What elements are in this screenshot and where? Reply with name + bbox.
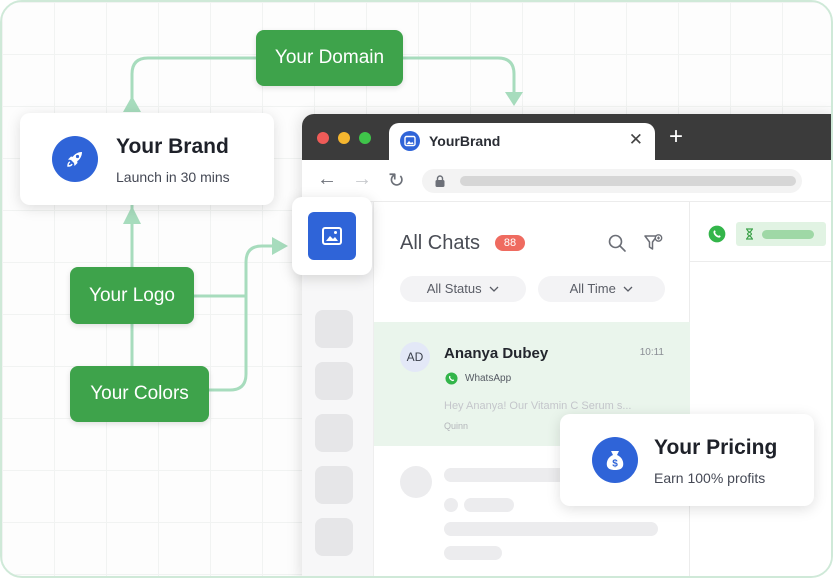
- sidebar-item[interactable]: [315, 414, 353, 452]
- placeholder-line: [444, 546, 502, 560]
- placeholder-line: [464, 498, 514, 512]
- avatar: AD: [400, 342, 430, 372]
- search-icon[interactable]: [606, 232, 628, 254]
- money-bag-icon: $: [592, 437, 638, 483]
- image-icon: [400, 131, 420, 151]
- message-preview: Hey Ananya! Our Vitamin C Serum s...: [444, 400, 632, 412]
- sidebar-item[interactable]: [315, 466, 353, 504]
- placeholder-avatar: [400, 466, 432, 498]
- chats-title: All Chats: [400, 232, 481, 254]
- contact-name: Ananya Dubey: [444, 345, 549, 362]
- pricing-card: $ Your Pricing Earn 100% profits: [560, 414, 814, 506]
- url-placeholder-line: [460, 176, 796, 186]
- chat-timestamp: 10:11: [639, 347, 664, 358]
- minimize-window-dot[interactable]: [338, 132, 350, 144]
- placeholder-dot: [444, 498, 458, 512]
- browser-tab[interactable]: YourBrand ✕: [389, 123, 655, 160]
- status-filter-label: All Status: [426, 281, 482, 296]
- forward-icon[interactable]: →: [352, 168, 372, 191]
- assigned-agent: Quinn: [444, 421, 469, 431]
- sidebar-item[interactable]: [315, 310, 353, 348]
- image-icon: [308, 212, 356, 260]
- brand-card: Your Brand Launch in 30 mins: [20, 113, 274, 205]
- placeholder-line: [444, 522, 658, 536]
- browser-window: YourBrand ✕ + ← → ↻ All Chats 88 All Sta…: [302, 114, 831, 576]
- back-icon[interactable]: ←: [317, 168, 337, 191]
- channel-label: WhatsApp: [465, 373, 512, 384]
- sidebar-item[interactable]: [315, 362, 353, 400]
- whatsapp-icon: [708, 225, 726, 243]
- your-logo-button[interactable]: Your Logo: [70, 267, 194, 324]
- chevron-down-icon: [623, 286, 633, 292]
- lock-icon: [435, 175, 445, 187]
- session-timer-chip: [736, 222, 826, 246]
- pricing-title: Your Pricing: [654, 436, 778, 459]
- close-window-dot[interactable]: [317, 132, 329, 144]
- logo-upload-tile[interactable]: [292, 197, 372, 275]
- browser-titlebar: YourBrand ✕ +: [302, 114, 831, 160]
- tab-title: YourBrand: [429, 133, 501, 149]
- address-bar: ← → ↻: [302, 160, 831, 202]
- whatsapp-icon: [445, 372, 458, 385]
- hourglass-icon: [746, 228, 753, 240]
- reload-icon[interactable]: ↻: [388, 168, 405, 193]
- conversation-header: [690, 202, 831, 262]
- your-colors-button[interactable]: Your Colors: [70, 366, 209, 422]
- timer-placeholder-bar: [762, 230, 814, 239]
- conversation-panel: [690, 202, 831, 576]
- sidebar-item[interactable]: [315, 518, 353, 556]
- time-filter-dropdown[interactable]: All Time: [538, 276, 665, 302]
- hero-frame: YourBrand ✕ + ← → ↻ All Chats 88 All Sta…: [0, 0, 833, 578]
- new-tab-button[interactable]: +: [669, 125, 683, 149]
- rocket-icon: [52, 136, 98, 182]
- brand-subtitle: Launch in 30 mins: [116, 169, 230, 185]
- svg-text:$: $: [612, 459, 618, 470]
- maximize-window-dot[interactable]: [359, 132, 371, 144]
- chat-count-badge: 88: [495, 235, 525, 251]
- chevron-down-icon: [489, 286, 499, 292]
- status-filter-dropdown[interactable]: All Status: [400, 276, 526, 302]
- chat-list-panel: All Chats 88 All Status All Time AD Anan…: [374, 202, 690, 576]
- tab-close-icon[interactable]: ✕: [629, 130, 643, 150]
- your-domain-button[interactable]: Your Domain: [256, 30, 403, 86]
- pricing-subtitle: Earn 100% profits: [654, 470, 766, 486]
- brand-title: Your Brand: [116, 135, 229, 158]
- time-filter-label: All Time: [569, 281, 616, 296]
- filter-icon[interactable]: [642, 232, 664, 254]
